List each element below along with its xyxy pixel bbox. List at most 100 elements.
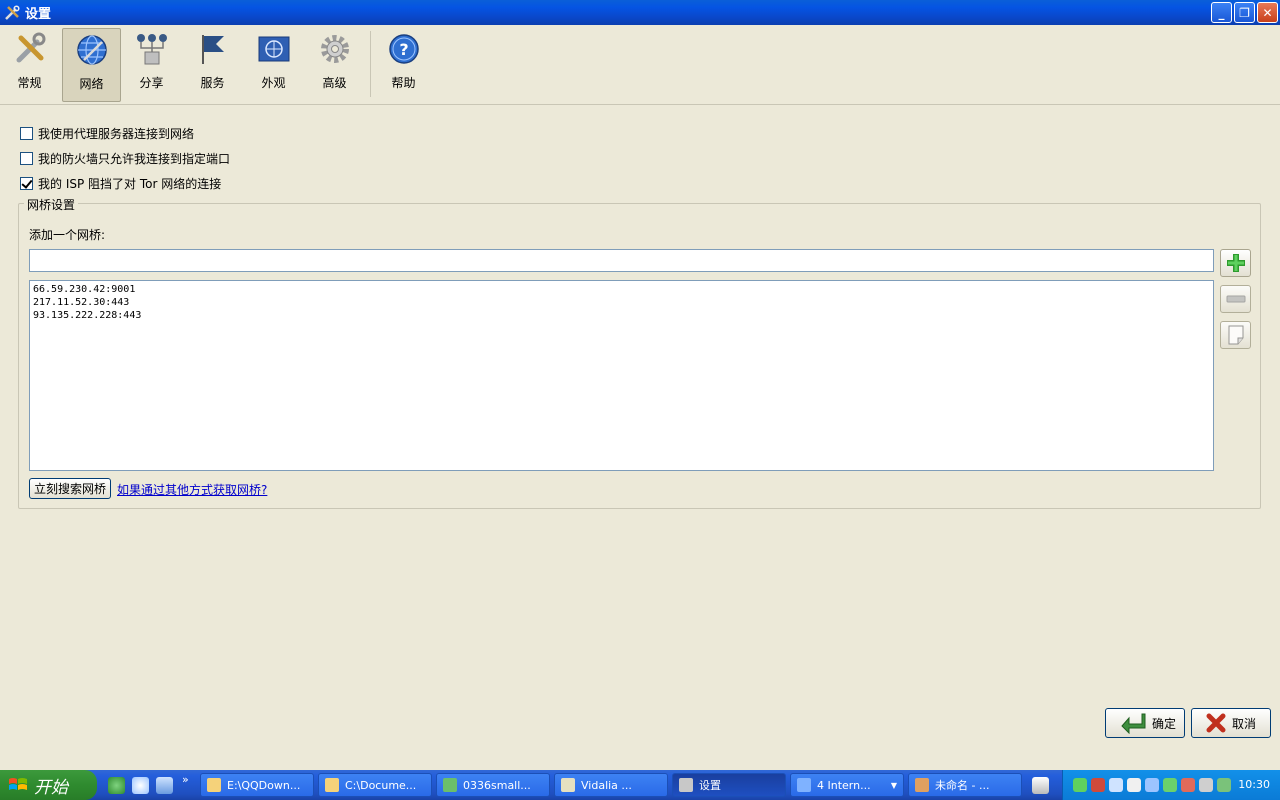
proxy-checkbox[interactable] (20, 127, 33, 140)
ie-icon (797, 778, 811, 792)
tab-help[interactable]: ? 帮助 (374, 28, 433, 102)
task-label: C:\Docume... (345, 778, 417, 792)
tab-advanced[interactable]: 高级 (305, 28, 364, 102)
ok-arrow-icon (1121, 713, 1146, 734)
task-label: 4 Intern... (817, 778, 871, 792)
flag-icon (196, 32, 230, 66)
tab-services[interactable]: 服务 (183, 28, 242, 102)
task-explorer-qqdown[interactable]: E:\QQDown... (200, 773, 314, 797)
minus-icon (1226, 295, 1245, 303)
window-title: 设置 (25, 7, 52, 22)
copy-icon (1228, 325, 1243, 345)
find-bridges-button[interactable]: 立刻搜索网桥 (29, 478, 111, 499)
ok-label: 确定 (1152, 716, 1177, 731)
help-icon: ? (387, 32, 421, 66)
task-explorer-documents[interactable]: C:\Docume... (318, 773, 432, 797)
svg-text:?: ? (399, 40, 408, 59)
start-label: 开始 (34, 777, 68, 798)
clock: 10:30 (1238, 778, 1270, 791)
task-label: E:\QQDown... (227, 778, 301, 792)
cancel-label: 取消 (1232, 716, 1257, 731)
cancel-button[interactable]: 取消 (1191, 708, 1271, 738)
minimize-icon: _ (1218, 5, 1225, 20)
task-vidalia[interactable]: Vidalia ... (554, 773, 668, 797)
isp-block-checkbox[interactable] (20, 177, 33, 190)
taskbar: 开始 » E:\QQDown... C:\Docume... 0336small… (0, 770, 1280, 800)
tools-icon (13, 32, 47, 66)
proxy-label: 我使用代理服务器连接到网络 (38, 127, 195, 141)
add-bridge-button[interactable] (1220, 249, 1251, 277)
tray-app-icon[interactable] (1217, 778, 1231, 792)
tab-advanced-label: 高级 (322, 76, 347, 90)
close-button[interactable]: ✕ (1257, 2, 1278, 23)
tray-user-icon[interactable] (1127, 778, 1141, 792)
firewall-label: 我的防火墙只允许我连接到指定端口 (38, 152, 231, 166)
start-button[interactable]: 开始 (0, 770, 97, 800)
task-image-viewer[interactable]: 0336small... (436, 773, 550, 797)
appearance-globe-icon (257, 32, 291, 66)
remove-bridge-button[interactable] (1220, 285, 1251, 313)
tray-display-icon[interactable] (1145, 778, 1159, 792)
task-paint[interactable]: 未命名 - ... (908, 773, 1022, 797)
list-item[interactable]: 217.11.52.30:443 (33, 296, 1210, 309)
cancel-x-icon (1206, 713, 1226, 733)
list-item[interactable]: 93.135.222.228:443 (33, 309, 1210, 322)
tray-monitor-icon[interactable] (1109, 778, 1123, 792)
tab-appearance[interactable]: 外观 (244, 28, 303, 102)
restore-button[interactable]: ❐ (1234, 2, 1255, 23)
share-nodes-icon (135, 32, 169, 66)
task-label: Vidalia ... (581, 778, 632, 792)
add-bridge-input[interactable] (29, 249, 1214, 272)
task-label: 未命名 - ... (935, 779, 990, 792)
tools-icon (679, 778, 693, 792)
tray-shield-icon[interactable] (1163, 778, 1177, 792)
firewall-option[interactable]: 我的防火墙只允许我连接到指定端口 (20, 150, 230, 167)
bridge-list[interactable]: 66.59.230.42:9001 217.11.52.30:443 93.13… (29, 280, 1214, 471)
bridge-settings-title: 网桥设置 (24, 196, 79, 213)
list-item[interactable]: 66.59.230.42:9001 (33, 283, 1210, 296)
title-bar[interactable]: 设置 _ ❐ ✕ (0, 0, 1280, 25)
toolbar-separator (370, 31, 371, 97)
settings-toolbar: 常规 网络 分享 服务 外观 高级 ? 帮助 (0, 25, 1280, 105)
keyboard-icon[interactable] (1032, 777, 1049, 794)
network-globe-icon (75, 33, 109, 67)
gear-icon (318, 32, 352, 66)
tab-appearance-label: 外观 (261, 76, 286, 90)
tab-network[interactable]: 网络 (62, 28, 121, 102)
quicklaunch-media-icon[interactable] (132, 777, 149, 794)
proxy-option[interactable]: 我使用代理服务器连接到网络 (20, 125, 194, 142)
tab-general-label: 常规 (17, 76, 42, 90)
isp-block-option[interactable]: 我的 ISP 阻挡了对 Tor 网络的连接 (20, 175, 221, 192)
bridge-help-link[interactable]: 如果通过其他方式获取网桥? (117, 481, 267, 498)
tools-icon (4, 4, 20, 21)
task-label: 0336small... (463, 778, 531, 792)
tray-volume-icon[interactable] (1199, 778, 1213, 792)
add-bridge-label: 添加一个网桥: (29, 228, 106, 242)
task-label: 设置 (699, 779, 721, 792)
ok-button[interactable]: 确定 (1105, 708, 1185, 738)
task-settings[interactable]: 设置 (672, 773, 786, 797)
tab-help-label: 帮助 (391, 76, 416, 90)
close-icon: ✕ (1262, 5, 1273, 20)
task-internet-explorer[interactable]: 4 Intern... ▼ (790, 773, 904, 797)
tab-share[interactable]: 分享 (122, 28, 181, 102)
tab-network-label: 网络 (79, 77, 104, 91)
system-tray: 10:30 (1062, 770, 1280, 800)
onion-icon (561, 778, 575, 792)
tray-connection-icon[interactable] (1181, 778, 1195, 792)
quicklaunch-desktop-icon[interactable] (156, 777, 173, 794)
group-arrow-icon: ▼ (890, 780, 897, 790)
firewall-checkbox[interactable] (20, 152, 33, 165)
tab-share-label: 分享 (139, 76, 164, 90)
minimize-button[interactable]: _ (1211, 2, 1232, 23)
copy-bridge-button[interactable] (1220, 321, 1251, 349)
tray-network-icon[interactable] (1073, 778, 1087, 792)
folder-icon (325, 778, 339, 792)
tab-general[interactable]: 常规 (0, 28, 59, 102)
quicklaunch-more-icon[interactable]: » (182, 773, 189, 786)
quicklaunch-app-icon[interactable] (108, 777, 125, 794)
tray-security-icon[interactable] (1091, 778, 1105, 792)
bridge-settings-group: 网桥设置 添加一个网桥: 66.59.230.42:9001 217.11.52… (18, 196, 1261, 509)
image-icon (443, 778, 457, 792)
paint-icon (915, 778, 929, 792)
